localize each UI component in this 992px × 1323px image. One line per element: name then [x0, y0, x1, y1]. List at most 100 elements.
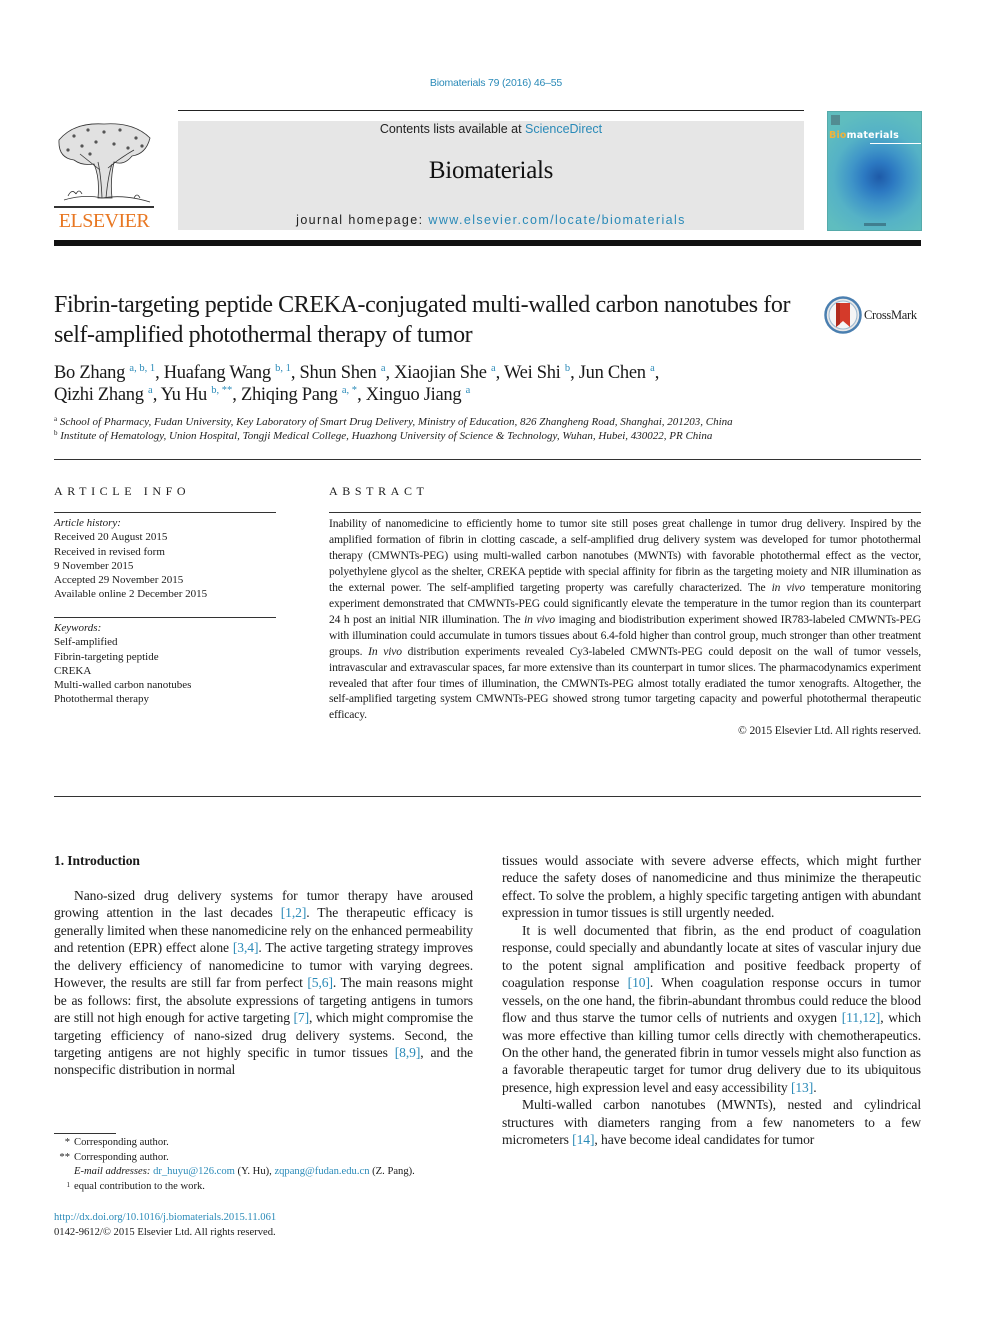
abstract-bottom-rule	[54, 796, 921, 797]
contents-prefix: Contents lists available at	[379, 122, 526, 136]
left-column-text: Nano-sized drug delivery systems for tum…	[54, 887, 473, 1079]
author-name[interactable]: Yu Hu	[161, 385, 208, 405]
affiliation-text: Institute of Hematology, Union Hospital,…	[60, 430, 713, 442]
author-name[interactable]: Qizhi Zhang	[54, 385, 144, 405]
author-affiliation-mark[interactable]: b	[565, 363, 570, 374]
history-item: Available online 2 December 2015	[54, 588, 208, 601]
footnote-corresponding-2: ** Corresponding author.	[54, 1151, 484, 1166]
keyword-item[interactable]: Self-amplified	[54, 635, 276, 649]
author-affiliation-mark[interactable]: b, **	[211, 385, 232, 396]
crossmark-icon	[824, 296, 862, 334]
body-paragraph: tissues would associate with severe adve…	[502, 852, 921, 922]
author-affiliation-mark[interactable]: b, 1	[275, 363, 291, 374]
elsevier-tree-icon	[54, 123, 154, 208]
journal-banner: Contents lists available at ScienceDirec…	[178, 121, 804, 230]
abstract-italic-term: In vivo	[368, 644, 402, 658]
cover-title-accent: Bio	[829, 130, 847, 141]
affiliation-mark: a	[54, 415, 58, 423]
citation-reference[interactable]: [1,2]	[281, 905, 307, 920]
journal-homepage-link[interactable]: www.elsevier.com/locate/biomaterials	[428, 213, 685, 227]
keyword-item[interactable]: CREKA	[54, 664, 276, 678]
journal-cover-thumbnail[interactable]: Biomaterials	[827, 111, 922, 231]
doi-link[interactable]: http://dx.doi.org/10.1016/j.biomaterials…	[54, 1211, 484, 1226]
citation-reference[interactable]: [11,12]	[842, 1010, 881, 1025]
elsevier-wordmark: ELSEVIER	[58, 210, 150, 232]
citation-reference[interactable]: [5,6]	[307, 975, 333, 990]
abstract-italic-term: in vivo	[524, 612, 556, 626]
article-history-list: Received 20 August 2015 Received in revis…	[54, 530, 276, 601]
keyword-item[interactable]: Multi-walled carbon nanotubes	[54, 678, 276, 692]
journal-name: Biomaterials	[428, 157, 554, 184]
abstract-copyright: © 2015 Elsevier Ltd. All rights reserved…	[738, 724, 921, 738]
citation-reference[interactable]: [10]	[628, 975, 650, 990]
affiliation-text: School of Pharmacy, Fudan University, Ke…	[59, 416, 733, 428]
body-column-right: tissues would associate with severe adve…	[502, 852, 921, 1149]
crossmark-badge[interactable]: CrossMark	[824, 296, 924, 336]
body-paragraph: Nano-sized drug delivery systems for tum…	[54, 887, 473, 1079]
author-name[interactable]: Zhiqing Pang	[241, 385, 338, 405]
email-link-pang[interactable]: zqpang@fudan.edu.cn	[274, 1166, 369, 1177]
affiliations: a School of Pharmacy, Fudan University, …	[54, 415, 924, 443]
doi-block: http://dx.doi.org/10.1016/j.biomaterials…	[54, 1211, 484, 1240]
email-label: E-mail addresses:	[74, 1166, 151, 1178]
keyword-item[interactable]: Photothermal therapy	[54, 692, 276, 706]
footnote-mark: **	[59, 1151, 70, 1163]
cover-title: Biomaterials	[829, 130, 899, 141]
footnote-text: Corresponding author.	[74, 1151, 169, 1163]
body-paragraph: It is well documented that fibrin, as th…	[502, 922, 921, 1097]
author-name[interactable]: Shun Shen	[300, 363, 377, 383]
author-affiliation-mark[interactable]: a	[381, 363, 386, 374]
author-name[interactable]: Jun Chen	[579, 363, 646, 383]
citation-reference[interactable]: [14]	[572, 1132, 594, 1147]
author-name[interactable]: Xiaojian She	[394, 363, 487, 383]
journal-homepage-line: journal homepage: www.elsevier.com/locat…	[178, 213, 804, 227]
author-affiliation-mark[interactable]: a, b, 1	[129, 363, 155, 374]
author-affiliation-mark[interactable]: a, *	[342, 385, 357, 396]
section-heading-introduction: 1. Introduction	[54, 853, 140, 868]
journal-citation[interactable]: Biomaterials 79 (2016) 46–55	[0, 77, 992, 89]
keyword-item[interactable]: Fibrin-targeting peptide	[54, 650, 276, 664]
cover-publisher-mark	[864, 223, 886, 226]
citation-reference[interactable]: [13]	[791, 1080, 813, 1095]
affiliation-b: b Institute of Hematology, Union Hospita…	[54, 429, 924, 443]
footnote-text: Corresponding author.	[74, 1137, 169, 1148]
article-history: Article history: Received 20 August 2015…	[54, 516, 276, 602]
author-affiliation-mark[interactable]: a	[466, 385, 471, 396]
author-list: Bo Zhang a, b, 1, Huafang Wang b, 1, Shu…	[54, 363, 660, 405]
sciencedirect-link[interactable]: ScienceDirect	[525, 122, 602, 136]
email-link-hu[interactable]: dr_huyu@126.com	[153, 1166, 235, 1177]
author-name[interactable]: Huafang Wang	[164, 363, 271, 383]
crossmark-label: CrossMark	[864, 308, 917, 322]
body-column-left: 1. Introduction Nano-sized drug delivery…	[54, 852, 473, 1079]
cover-emblem-icon	[831, 115, 840, 125]
email-owner-hu: (Y. Hu),	[234, 1166, 275, 1178]
footnote-equal-contribution: 1 equal contribution to the work.	[54, 1180, 484, 1195]
history-item: 9 November 2015	[54, 559, 134, 572]
footnote-mark: 1	[66, 1180, 71, 1189]
body-text-segment: .	[813, 1079, 817, 1095]
citation-reference[interactable]: [3,4]	[233, 940, 259, 955]
author-name[interactable]: Wei Shi	[504, 363, 561, 383]
keywords: Keywords: Self-amplified Fibrin-targeting…	[54, 621, 276, 707]
footnotes: * Corresponding author. ** Corresponding a…	[54, 1136, 484, 1194]
author-name[interactable]: Xinguo Jiang	[366, 385, 462, 405]
footnote-rule	[54, 1133, 116, 1134]
citation-reference[interactable]: [7]	[293, 1010, 309, 1025]
author-affiliation-mark[interactable]: a	[148, 385, 153, 396]
affiliation-mark: b	[54, 429, 58, 437]
keywords-label: Keywords:	[54, 622, 102, 634]
article-info-rule	[54, 512, 276, 513]
author-affiliation-mark[interactable]: a	[491, 363, 496, 374]
footnote-text: equal contribution to the work.	[74, 1180, 205, 1192]
article-title: Fibrin-targeting peptide CREKA-conjugate…	[54, 292, 791, 348]
citation-reference[interactable]: [8,9]	[395, 1045, 421, 1060]
history-item: Received 20 August 2015	[54, 531, 168, 544]
abstract-rule	[329, 512, 921, 513]
keywords-rule	[54, 617, 276, 618]
author-affiliation-mark[interactable]: a	[650, 363, 655, 374]
keyword-list: Self-amplified Fibrin-targeting peptide CR…	[54, 635, 276, 706]
right-column-text: tissues would associate with severe adve…	[502, 852, 921, 1149]
affiliation-rule	[54, 459, 921, 460]
footnote-emails: E-mail addresses: dr_huyu@126.com (Y. Hu…	[54, 1165, 484, 1180]
author-name[interactable]: Bo Zhang	[54, 363, 125, 383]
